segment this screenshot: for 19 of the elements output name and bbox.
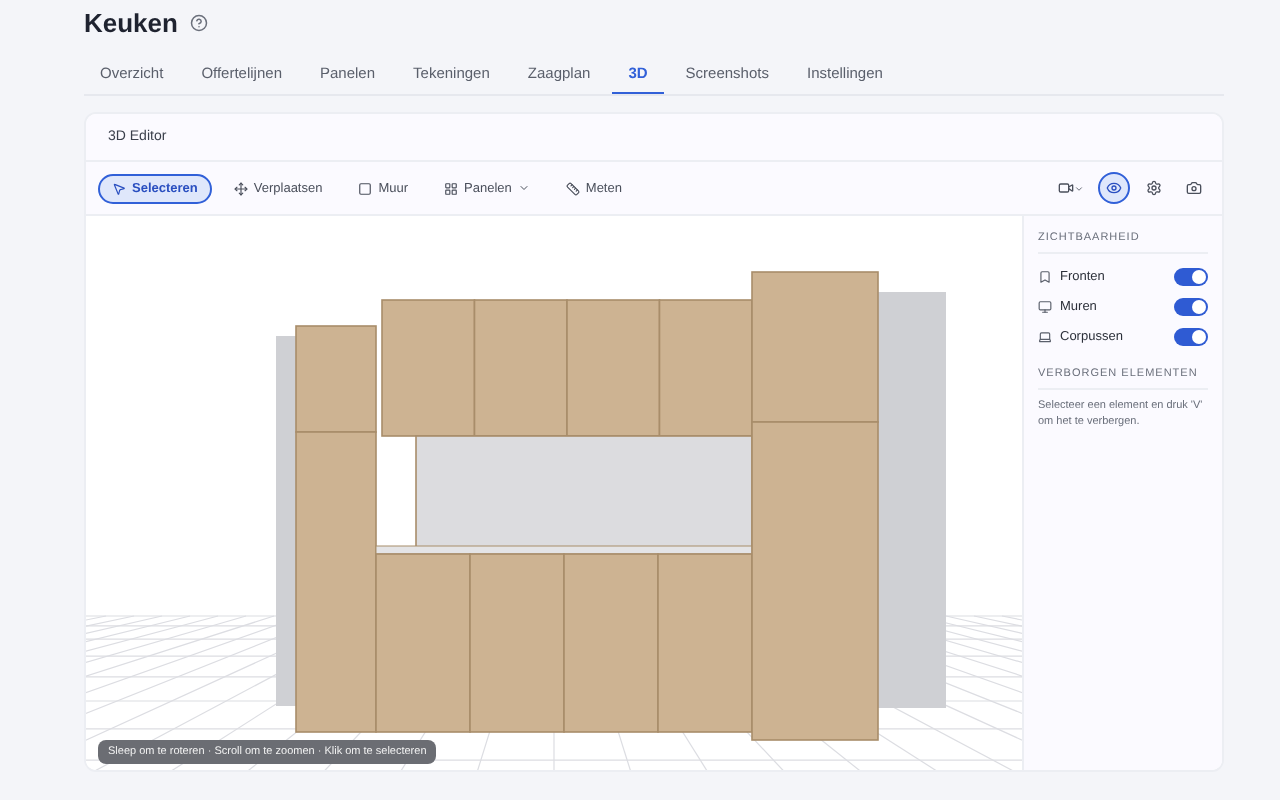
eye-icon [1106, 180, 1122, 196]
move-icon [233, 181, 248, 195]
cursor-icon [112, 181, 126, 195]
bookmark-icon [1038, 270, 1052, 284]
toggle-switch[interactable] [1174, 268, 1208, 286]
laptop-icon [1038, 330, 1052, 344]
settings-icon [1146, 180, 1162, 196]
toggle-switch[interactable] [1174, 328, 1208, 346]
monitor-icon [1038, 300, 1052, 314]
page-title: Keuken [84, 7, 178, 37]
video-camera-icon [1058, 180, 1074, 196]
grid-icon [444, 181, 459, 195]
toggle-switch[interactable] [1174, 298, 1208, 316]
ruler-icon [565, 181, 580, 195]
camera-icon [1186, 180, 1202, 196]
eye-button[interactable] [1098, 172, 1130, 204]
square-icon [358, 181, 373, 195]
caret-icon [1074, 183, 1084, 193]
help-icon[interactable] [189, 13, 208, 31]
